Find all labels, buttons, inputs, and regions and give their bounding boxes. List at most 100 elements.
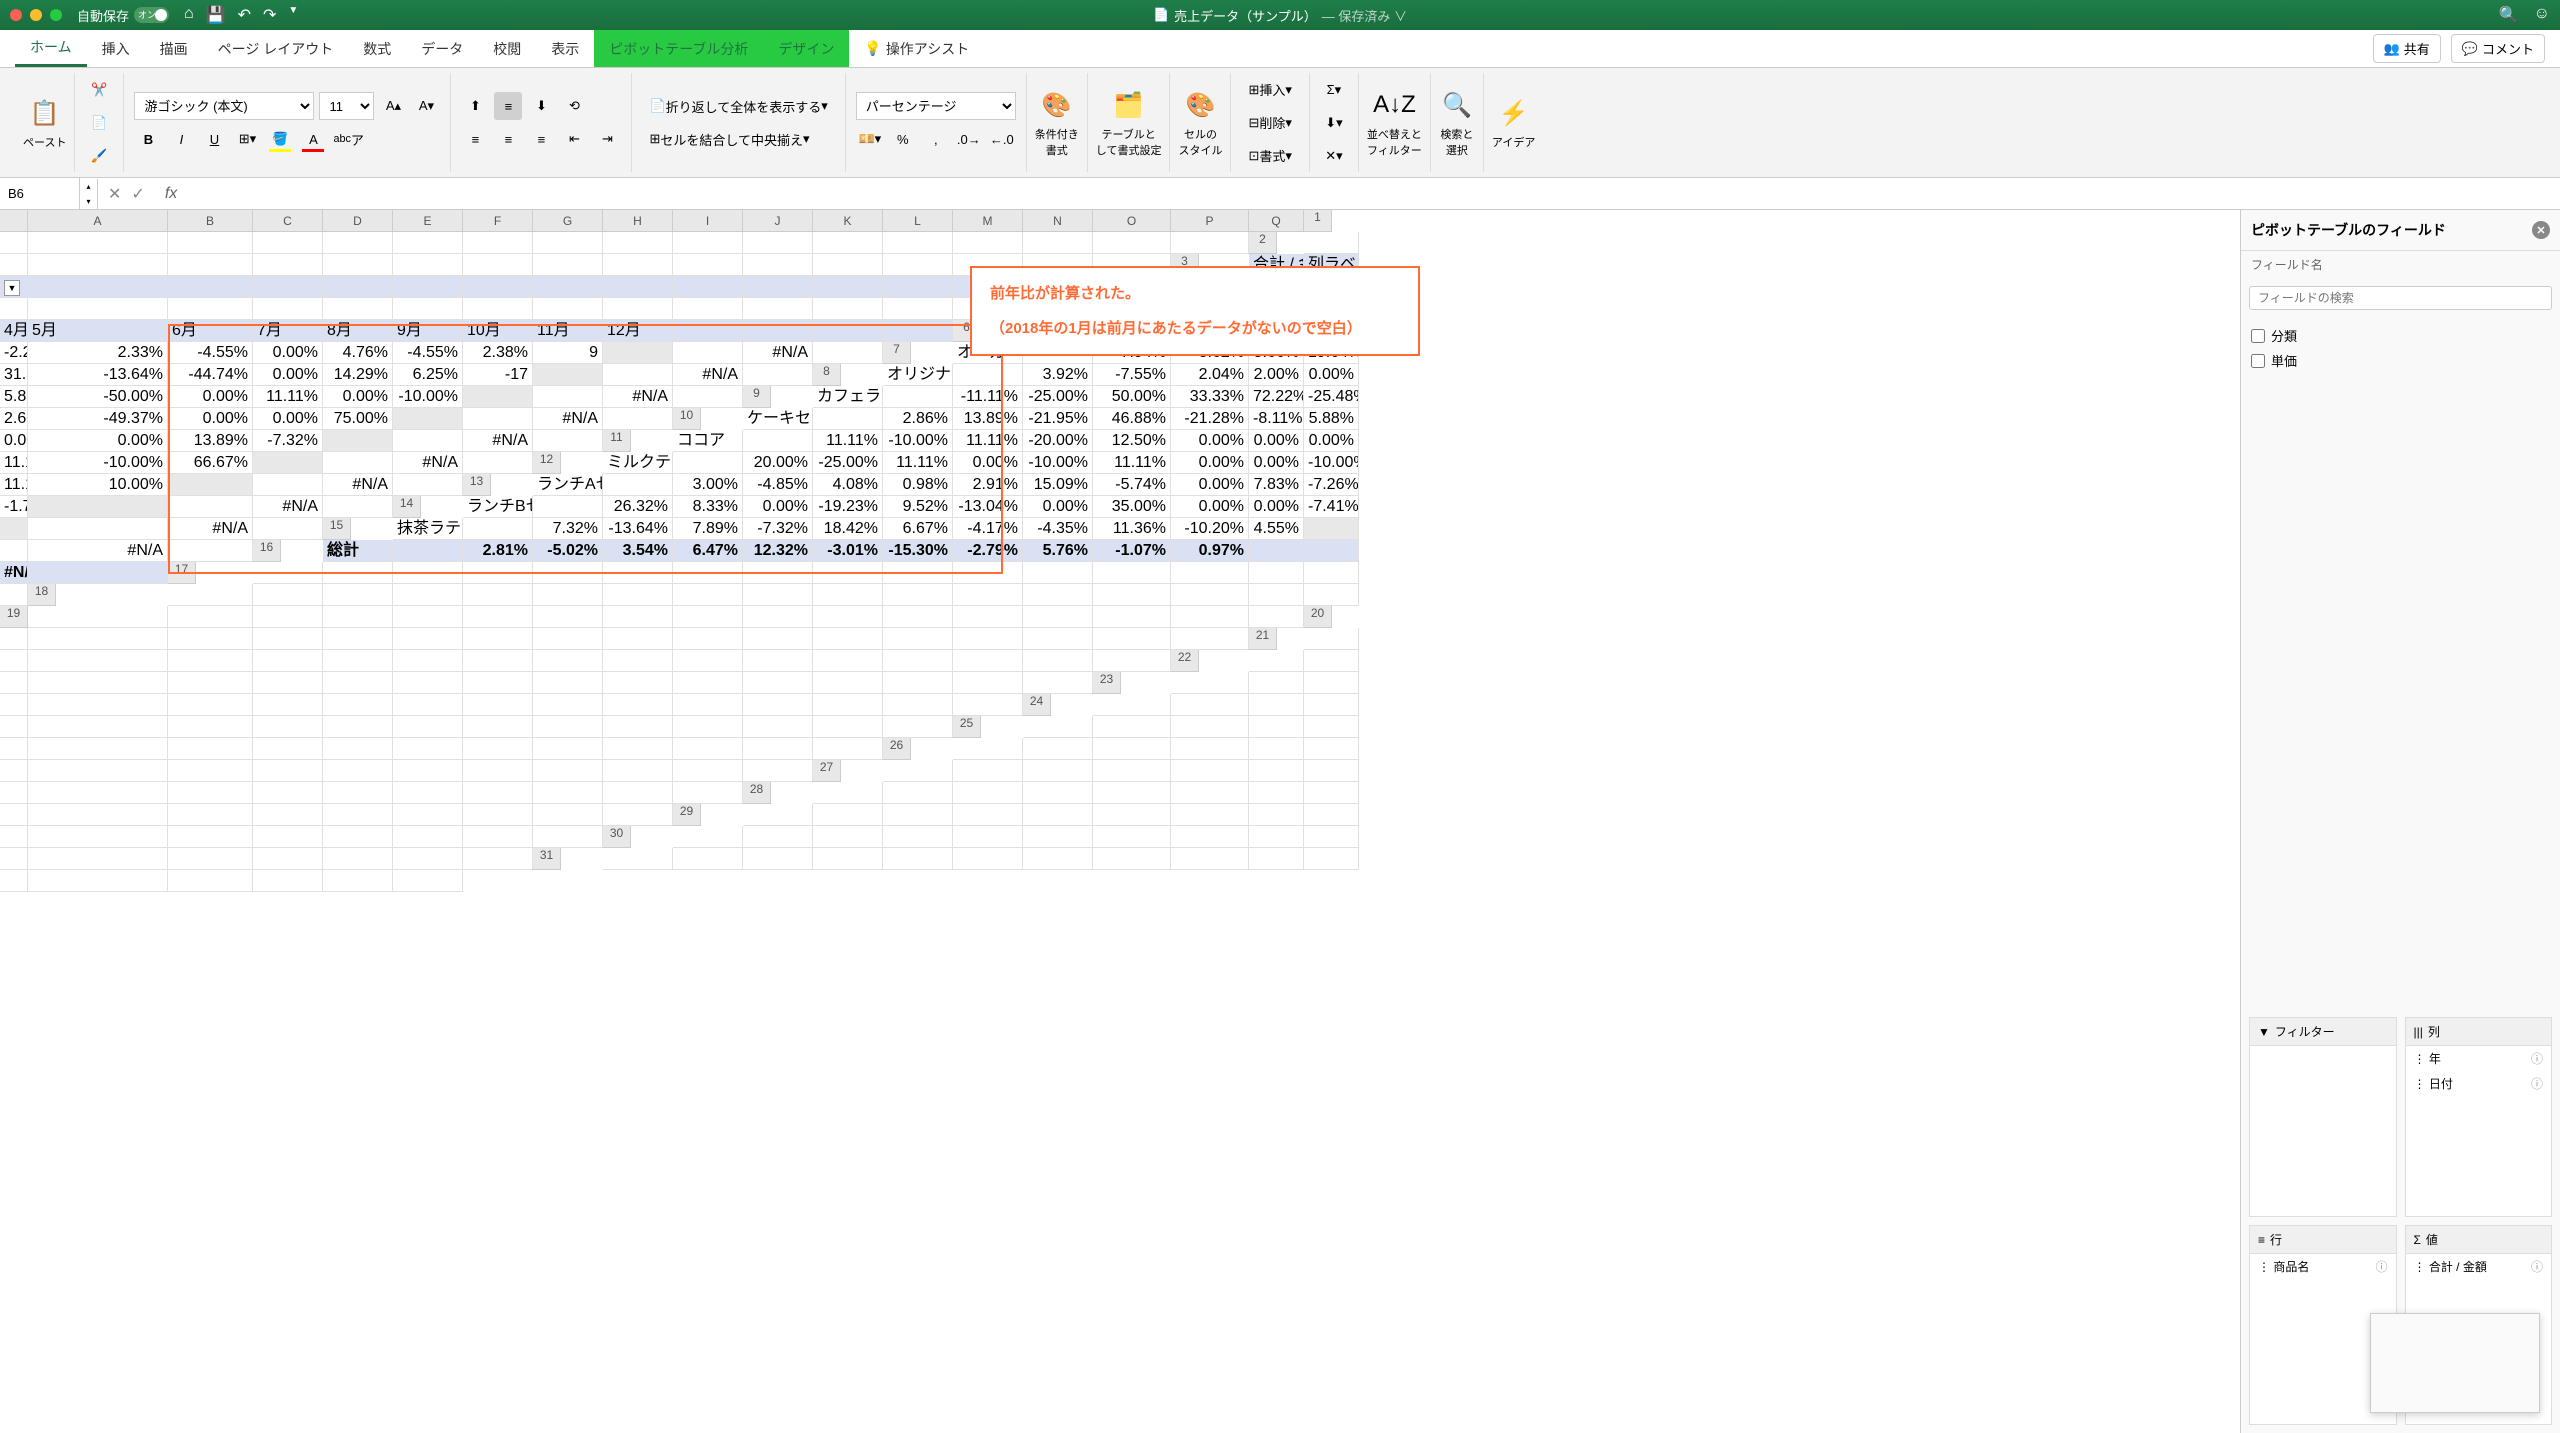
cell[interactable] — [1023, 782, 1093, 804]
cell[interactable] — [1093, 562, 1171, 584]
cell[interactable]: 4.08% — [813, 474, 883, 496]
cell[interactable] — [1249, 584, 1304, 606]
cell[interactable] — [603, 584, 673, 606]
cell[interactable] — [813, 716, 883, 738]
cell[interactable] — [603, 650, 673, 672]
decrease-font-icon[interactable]: A▾ — [412, 92, 440, 120]
clear-icon[interactable]: ✕▾ — [1320, 142, 1348, 170]
cell[interactable] — [393, 694, 463, 716]
cell[interactable] — [1171, 782, 1249, 804]
cell[interactable] — [603, 276, 673, 298]
cell[interactable] — [883, 826, 953, 848]
cell[interactable] — [533, 364, 603, 386]
cell[interactable] — [1171, 584, 1249, 606]
cell[interactable] — [0, 650, 28, 672]
cell[interactable] — [1171, 606, 1249, 628]
cell[interactable]: 20.00% — [743, 452, 813, 474]
cell[interactable] — [673, 276, 743, 298]
cell[interactable]: #N/A — [323, 474, 393, 496]
cell[interactable]: -49.37% — [28, 408, 168, 430]
cell[interactable] — [813, 826, 883, 848]
cell[interactable]: 15.09% — [1023, 474, 1093, 496]
cell[interactable] — [323, 496, 393, 518]
cell[interactable]: 11.11% — [0, 452, 28, 474]
table-format-group[interactable]: 🗂️ テーブルと して書式設定 — [1088, 73, 1171, 172]
cell[interactable] — [603, 254, 673, 276]
cell[interactable] — [253, 804, 323, 826]
cell[interactable] — [168, 650, 253, 672]
cell[interactable] — [743, 430, 813, 452]
cell[interactable]: -19.23% — [813, 496, 883, 518]
align-bottom-icon[interactable]: ⬇ — [527, 92, 555, 120]
cell[interactable]: 8月 — [323, 320, 393, 342]
cell[interactable]: Q — [1249, 210, 1304, 232]
cell[interactable]: 25 — [953, 716, 981, 738]
area-item[interactable]: ⋮ 年 ⓘ — [2406, 1046, 2552, 1071]
insert-cells-button[interactable]: ⊞ 挿入 ▾ — [1241, 76, 1298, 104]
cell[interactable] — [393, 628, 463, 650]
cell[interactable] — [0, 804, 28, 826]
cell[interactable] — [393, 738, 463, 760]
cell[interactable]: 18 — [28, 584, 56, 606]
cell[interactable] — [323, 562, 393, 584]
cell[interactable]: 0.00% — [1023, 496, 1093, 518]
cell[interactable] — [533, 606, 603, 628]
cell[interactable] — [323, 716, 393, 738]
cell[interactable]: 0.97% — [1171, 540, 1249, 562]
cell[interactable] — [1249, 738, 1304, 760]
cell[interactable] — [253, 782, 323, 804]
cell[interactable] — [1171, 694, 1249, 716]
tab-review[interactable]: 校閲 — [478, 30, 536, 67]
cell[interactable] — [603, 694, 673, 716]
increase-decimal-icon[interactable]: .0→ — [955, 125, 983, 153]
cell[interactable] — [1304, 804, 1359, 826]
cell[interactable] — [813, 320, 883, 342]
cell[interactable] — [463, 254, 533, 276]
cell[interactable] — [1249, 848, 1304, 870]
cell[interactable]: 9 — [533, 342, 603, 364]
cell[interactable] — [813, 342, 883, 364]
cell[interactable]: -13.64% — [28, 364, 168, 386]
cell[interactable]: P — [1171, 210, 1249, 232]
cell[interactable] — [393, 870, 463, 892]
sort-filter-group[interactable]: A↓Z 並べ替えと フィルター — [1359, 73, 1431, 172]
cell[interactable]: 72.22% — [1249, 386, 1304, 408]
cell[interactable] — [253, 584, 323, 606]
cell[interactable] — [323, 848, 393, 870]
cell[interactable] — [168, 694, 253, 716]
cell[interactable] — [603, 232, 673, 254]
cell[interactable] — [28, 848, 168, 870]
cell[interactable] — [813, 232, 883, 254]
cell[interactable] — [28, 738, 168, 760]
cell[interactable] — [1023, 232, 1093, 254]
cell[interactable] — [253, 474, 323, 496]
cell[interactable] — [253, 628, 323, 650]
cell[interactable] — [533, 562, 603, 584]
phonetic-button[interactable]: abcア — [332, 125, 364, 153]
cell[interactable] — [953, 672, 1023, 694]
cell[interactable]: 19 — [0, 606, 28, 628]
cell[interactable] — [1304, 672, 1359, 694]
align-left-icon[interactable]: ≡ — [461, 125, 489, 153]
cell[interactable] — [1023, 848, 1093, 870]
cell[interactable]: -8.11% — [1249, 408, 1304, 430]
cell[interactable] — [393, 232, 463, 254]
cell[interactable] — [673, 298, 743, 320]
cell[interactable] — [1249, 562, 1304, 584]
format-painter-icon[interactable]: 🖌️ — [85, 142, 113, 170]
cell[interactable] — [533, 716, 603, 738]
cell[interactable] — [0, 298, 28, 320]
cell[interactable]: 0.00% — [28, 430, 168, 452]
cell[interactable] — [323, 254, 393, 276]
cell[interactable] — [1249, 804, 1304, 826]
cell[interactable] — [1171, 672, 1249, 694]
cell[interactable] — [813, 738, 883, 760]
cell[interactable] — [883, 606, 953, 628]
cell[interactable] — [28, 672, 168, 694]
cell[interactable] — [883, 562, 953, 584]
close-pane-icon[interactable]: ✕ — [2532, 221, 2550, 239]
cell[interactable] — [673, 342, 743, 364]
cell[interactable]: 11.11% — [253, 386, 323, 408]
cell[interactable] — [1171, 738, 1249, 760]
cell[interactable] — [1023, 650, 1093, 672]
